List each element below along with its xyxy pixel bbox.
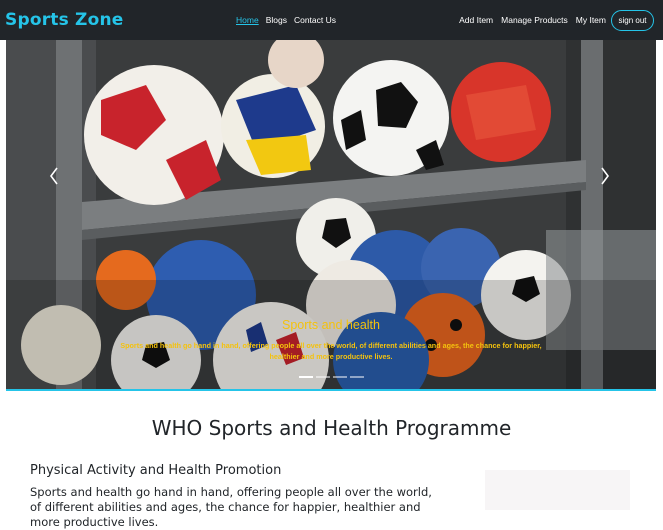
carousel-indicator[interactable] — [315, 376, 330, 378]
nav-link-add-item[interactable]: Add Item — [459, 15, 493, 25]
carousel-caption: Sports and health Sports and health go h… — [6, 318, 656, 362]
section-body-text: Sports and health go hand in hand, offer… — [30, 485, 432, 529]
navbar: Sports Zone Home Blogs Contact Us Add It… — [0, 0, 663, 40]
carousel-caption-title: Sports and health — [282, 318, 380, 332]
nav-link-contact-us[interactable]: Contact Us — [294, 15, 336, 25]
carousel-indicator[interactable] — [298, 376, 313, 378]
nav-link-blogs[interactable]: Blogs — [266, 15, 287, 25]
section-title: WHO Sports and Health Programme — [151, 416, 512, 440]
brand-logo[interactable]: Sports Zone — [5, 10, 123, 30]
carousel-indicator[interactable] — [349, 376, 364, 378]
nav-right-links: Add Item Manage Products My Item — [459, 15, 606, 25]
nav-left-links: Home Blogs Contact Us — [236, 15, 336, 25]
carousel-indicators — [6, 376, 656, 378]
carousel-divider — [6, 389, 656, 391]
nav-link-manage-products[interactable]: Manage Products — [501, 15, 568, 25]
hero-carousel: Sports and health Sports and health go h… — [6, 40, 656, 390]
carousel-next-icon[interactable] — [595, 164, 615, 188]
nav-link-home[interactable]: Home — [236, 15, 259, 25]
section-side-image — [485, 470, 630, 510]
carousel-caption-text: Sports and health go hand in hand, offer… — [120, 341, 542, 361]
section-subtitle: Physical Activity and Health Promotion — [30, 463, 282, 478]
nav-link-my-item[interactable]: My Item — [576, 15, 606, 25]
sign-out-button[interactable]: sign out — [611, 10, 654, 31]
carousel-indicator[interactable] — [332, 376, 347, 378]
carousel-prev-icon[interactable] — [44, 164, 64, 188]
